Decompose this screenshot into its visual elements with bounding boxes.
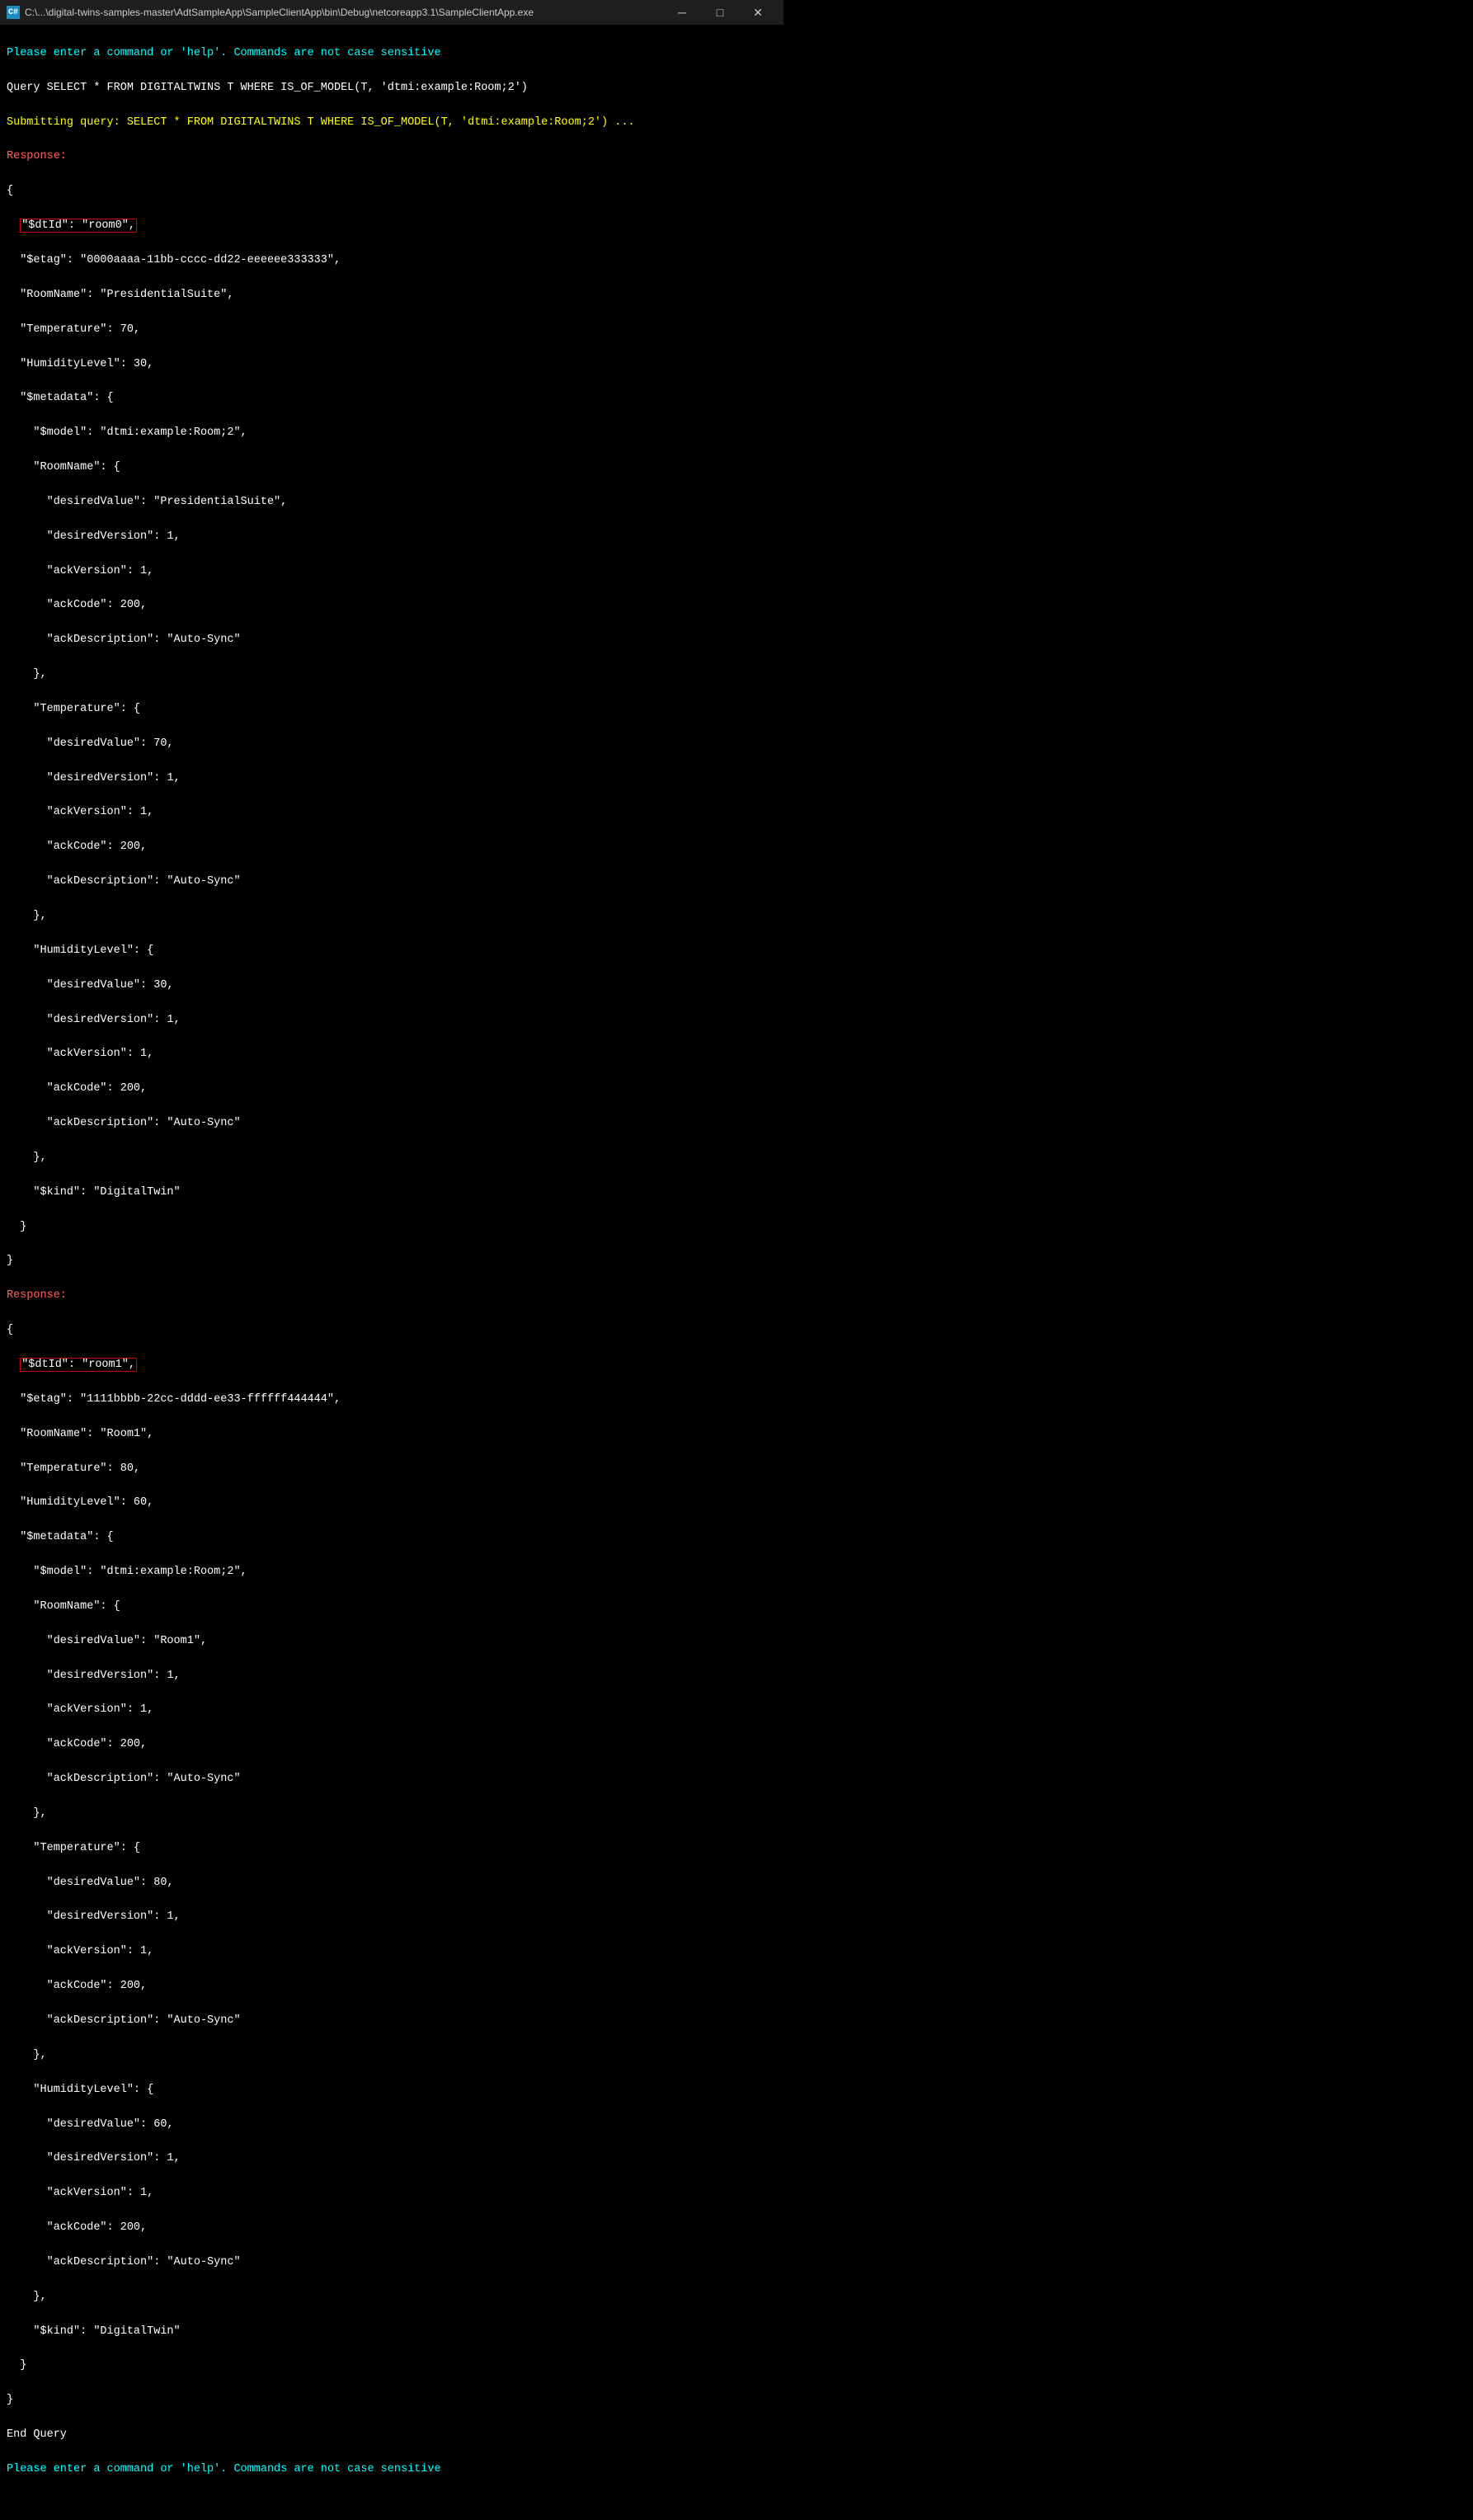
response1-roomname: "RoomName": "PresidentialSuite", [7, 287, 777, 304]
window-controls: ─ □ ✕ [663, 0, 777, 25]
response2-metadata-open: "$metadata": { [7, 1529, 777, 1547]
response2-temp: "Temperature": 80, [7, 1461, 777, 1478]
close-button[interactable]: ✕ [739, 0, 777, 25]
response1-humid-ac: "ackCode": 200, [7, 1081, 777, 1098]
response1-temp-close: }, [7, 908, 777, 926]
response1-temp-dvr: "desiredVersion": 1, [7, 770, 777, 788]
response1-humidity: "HumidityLevel": 30, [7, 356, 777, 374]
terminal-output[interactable]: Please enter a command or 'help'. Comman… [0, 25, 784, 2520]
prompt-top: Please enter a command or 'help'. Comman… [7, 45, 777, 63]
response1-rn-ac: "ackCode": 200, [7, 597, 777, 615]
response2-close-brace: } [7, 2392, 777, 2409]
response2-temp-dv: "desiredValue": 80, [7, 1875, 777, 1892]
response1-temp-ac: "ackCode": 200, [7, 839, 777, 856]
maximize-button[interactable]: □ [701, 0, 739, 25]
response2-temp-dvr: "desiredVersion": 1, [7, 1909, 777, 1926]
response1-rn-dvr: "desiredVersion": 1, [7, 529, 777, 546]
response2-temp-av: "ackVersion": 1, [7, 1943, 777, 1961]
response2-open-brace: { [7, 1322, 777, 1340]
response2-temp-ac: "ackCode": 200, [7, 1978, 777, 1995]
response2-etag: "$etag": "1111bbbb-22cc-dddd-ee33-ffffff… [7, 1392, 777, 1409]
response1-humid-close: }, [7, 1150, 777, 1167]
response2-metadata-close: } [7, 2357, 777, 2375]
response2-kind: "$kind": "DigitalTwin" [7, 2324, 777, 2341]
response1-humid-av: "ackVersion": 1, [7, 1046, 777, 1063]
prompt-bottom: Please enter a command or 'help'. Comman… [7, 2461, 777, 2479]
response2-humid-dvr: "desiredVersion": 1, [7, 2150, 777, 2168]
response1-humid-open: "HumidityLevel": { [7, 943, 777, 960]
submitting-line: Submitting query: SELECT * FROM DIGITALT… [7, 115, 777, 132]
response1-rn-open: "RoomName": { [7, 459, 777, 477]
response2-rn-ad: "ackDescription": "Auto-Sync" [7, 1771, 777, 1788]
window-title: C:\...\digital-twins-samples-master\AdtS… [25, 7, 534, 18]
response2-roomname: "RoomName": "Room1", [7, 1426, 777, 1444]
response2-humid-dv: "desiredValue": 60, [7, 2117, 777, 2134]
response1-temp-open: "Temperature": { [7, 701, 777, 718]
response1-metadata-open: "$metadata": { [7, 390, 777, 407]
response2-model: "$model": "dtmi:example:Room;2", [7, 1564, 777, 1581]
room0-dtid-highlight: "$dtId": "room0", [20, 219, 137, 233]
response1-metadata-close: } [7, 1219, 777, 1236]
response2-humid-ac: "ackCode": 200, [7, 2220, 777, 2237]
response1-rn-ad: "ackDescription": "Auto-Sync" [7, 632, 777, 649]
response2-humid-open: "HumidityLevel": { [7, 2082, 777, 2099]
response2-rn-open: "RoomName": { [7, 1599, 777, 1616]
response2-temp-open: "Temperature": { [7, 1840, 777, 1858]
response1-temp: "Temperature": 70, [7, 322, 777, 339]
response1-rn-av: "ackVersion": 1, [7, 563, 777, 581]
response2-dtid: "$dtId": "room1", [7, 1357, 777, 1374]
response1-model: "$model": "dtmi:example:Room;2", [7, 425, 777, 442]
response1-temp-ad: "ackDescription": "Auto-Sync" [7, 874, 777, 891]
title-bar-left: C# C:\...\digital-twins-samples-master\A… [7, 6, 534, 19]
response1-label: Response: [7, 148, 777, 166]
response2-temp-close: }, [7, 2047, 777, 2065]
response1-kind: "$kind": "DigitalTwin" [7, 1185, 777, 1202]
room1-dtid-highlight: "$dtId": "room1", [20, 1358, 137, 1372]
response2-rn-dvr: "desiredVersion": 1, [7, 1668, 777, 1685]
response2-temp-ad: "ackDescription": "Auto-Sync" [7, 2013, 777, 2030]
response1-rn-dv: "desiredValue": "PresidentialSuite", [7, 494, 777, 511]
response1-open-brace: { [7, 183, 777, 200]
response1-temp-av: "ackVersion": 1, [7, 804, 777, 822]
end-query: End Query [7, 2427, 777, 2444]
response2-rn-dv: "desiredValue": "Room1", [7, 1633, 777, 1651]
response1-humid-ad: "ackDescription": "Auto-Sync" [7, 1115, 777, 1133]
response2-rn-close: }, [7, 1806, 777, 1823]
response1-temp-dv: "desiredValue": 70, [7, 736, 777, 753]
response1-etag: "$etag": "0000aaaa-11bb-cccc-dd22-eeeeee… [7, 252, 777, 270]
response2-humid-av: "ackVersion": 1, [7, 2185, 777, 2202]
response2-humidity: "HumidityLevel": 60, [7, 1495, 777, 1512]
app-icon: C# [7, 6, 20, 19]
response1-close-brace: } [7, 1253, 777, 1270]
terminal-window: C# C:\...\digital-twins-samples-master\A… [0, 0, 784, 2520]
response2-rn-ac: "ackCode": 200, [7, 1736, 777, 1754]
response2-label: Response: [7, 1288, 777, 1305]
title-bar: C# C:\...\digital-twins-samples-master\A… [0, 0, 784, 25]
response2-humid-close: }, [7, 2289, 777, 2306]
response1-rn-close: }, [7, 667, 777, 684]
response2-rn-av: "ackVersion": 1, [7, 1702, 777, 1719]
query-input: Query SELECT * FROM DIGITALTWINS T WHERE… [7, 80, 777, 97]
response2-humid-ad: "ackDescription": "Auto-Sync" [7, 2254, 777, 2272]
response1-humid-dv: "desiredValue": 30, [7, 977, 777, 995]
minimize-button[interactable]: ─ [663, 0, 701, 25]
response1-dtid: "$dtId": "room0", [7, 218, 777, 235]
response1-humid-dvr: "desiredVersion": 1, [7, 1012, 777, 1029]
